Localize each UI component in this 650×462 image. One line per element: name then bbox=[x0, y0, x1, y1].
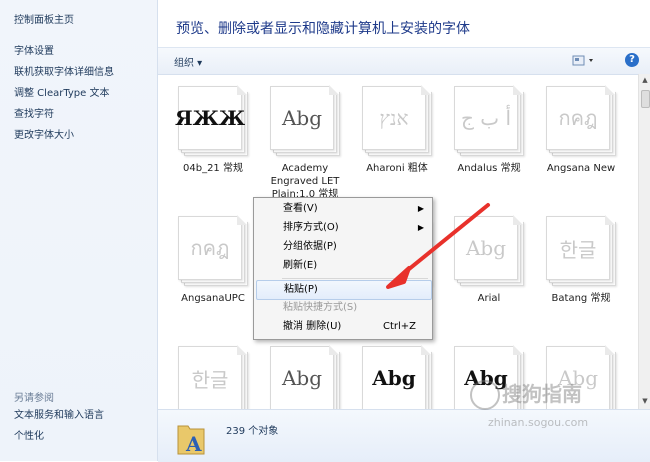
font-tile[interactable]: 한글 Batang 常规 bbox=[536, 208, 626, 328]
menu-item-sort-label: 排序方式(O) bbox=[283, 222, 339, 233]
scroll-up-icon[interactable]: ▲ bbox=[641, 76, 649, 86]
scroll-thumb[interactable] bbox=[641, 90, 650, 108]
font-name: Arial bbox=[477, 293, 501, 304]
menu-item-undo-delete[interactable]: 撤消 删除(U) Ctrl+Z bbox=[256, 318, 430, 336]
font-sample: Abg bbox=[454, 216, 518, 280]
see-also-heading: 另请参阅 bbox=[14, 393, 54, 404]
font-name: AngsanaUPC bbox=[181, 293, 245, 304]
font-tile[interactable]: 한글 bbox=[168, 338, 258, 409]
sidebar-link-online-font-info[interactable]: 联机获取字体详细信息 bbox=[14, 66, 114, 80]
svg-text:A: A bbox=[185, 432, 202, 456]
watermark-text: 搜狗指南 bbox=[502, 382, 582, 406]
font-file-icon: Abg bbox=[270, 345, 340, 409]
menu-item-refresh-label: 刷新(E) bbox=[283, 260, 318, 271]
watermark-url: zhinan.sogou.com bbox=[488, 416, 589, 429]
view-options-button[interactable] bbox=[572, 54, 596, 67]
submenu-arrow-icon: ▶ bbox=[417, 223, 424, 232]
font-file-icon: ЯЖЖ bbox=[175, 85, 248, 156]
font-file-icon: 한글 bbox=[178, 345, 248, 409]
scroll-down-icon[interactable]: ▼ bbox=[641, 397, 649, 407]
font-sample: Abg bbox=[270, 346, 334, 409]
font-file-icon: אנץ bbox=[362, 85, 432, 156]
menu-item-undo-label: 撤消 删除(U) bbox=[283, 321, 342, 332]
control-panel-home-link[interactable]: 控制面板主页 bbox=[14, 14, 74, 28]
font-sample: Abg bbox=[270, 86, 334, 150]
see-also-links: 文本服务和输入语言 个性化 bbox=[14, 409, 104, 451]
watermark-logo-icon bbox=[470, 380, 500, 410]
font-file-icon: Abg bbox=[454, 215, 524, 286]
object-count: 239 个对象 bbox=[226, 426, 279, 437]
menu-item-sort-by[interactable]: 排序方式(O) ▶ bbox=[256, 219, 430, 237]
font-tile[interactable]: กคฎ Angsana New bbox=[536, 78, 626, 198]
font-name: 04b_21 常规 bbox=[183, 163, 243, 174]
menu-item-undo-shortcut: Ctrl+Z bbox=[382, 321, 416, 332]
font-sample: ЯЖЖ bbox=[175, 86, 245, 150]
menu-item-view-label: 查看(V) bbox=[283, 203, 318, 214]
sidebar-link-find-character[interactable]: 查找字符 bbox=[14, 108, 114, 122]
font-sample: กคฎ bbox=[178, 216, 242, 280]
font-tile[interactable]: أ ب ج Andalus 常规 bbox=[444, 78, 534, 198]
font-sample: Abg bbox=[362, 346, 426, 409]
see-also-personalization[interactable]: 个性化 bbox=[14, 430, 104, 444]
submenu-arrow-icon: ▶ bbox=[417, 204, 424, 213]
font-name: Batang 常规 bbox=[551, 293, 611, 304]
sidebar-link-font-size[interactable]: 更改字体大小 bbox=[14, 129, 114, 143]
font-name: Angsana New bbox=[546, 163, 616, 174]
fonts-folder-icon: A bbox=[177, 425, 205, 456]
font-file-icon: أ ب ج bbox=[454, 85, 524, 156]
font-sample: กคฎ bbox=[546, 86, 610, 150]
context-menu: 查看(V) ▶ 排序方式(O) ▶ 分组依据(P) 刷新(E) 粘贴(P) 粘贴… bbox=[253, 197, 433, 340]
font-sample: أ ب ج bbox=[454, 86, 518, 150]
menu-item-paste-label: 粘贴(P) bbox=[284, 284, 318, 295]
font-tile[interactable]: กคฎ AngsanaUPC bbox=[168, 208, 258, 328]
font-name: Academy Engraved LET Plain:1.0 常规 bbox=[270, 163, 340, 200]
menu-item-group-by[interactable]: 分组依据(P) bbox=[256, 238, 430, 256]
page-title: 预览、删除或者显示和隐藏计算机上安装的字体 bbox=[176, 21, 470, 37]
font-tile[interactable]: אנץ Aharoni 粗体 bbox=[352, 78, 442, 198]
font-file-icon: 한글 bbox=[546, 215, 616, 286]
see-also-text-services[interactable]: 文本服务和输入语言 bbox=[14, 409, 104, 423]
font-tile[interactable]: Abg bbox=[352, 338, 442, 409]
font-tile[interactable]: Abg Academy Engraved LET Plain:1.0 常规 bbox=[260, 78, 350, 200]
menu-item-view[interactable]: 查看(V) ▶ bbox=[256, 200, 430, 218]
font-tile[interactable]: ЯЖЖ 04b_21 常规 bbox=[168, 78, 258, 198]
font-file-icon: กคฎ bbox=[178, 215, 248, 286]
organize-button[interactable]: 组织 ▾ bbox=[174, 54, 202, 69]
font-name: Aharoni 粗体 bbox=[366, 163, 428, 174]
sidebar-link-cleartype[interactable]: 调整 ClearType 文本 bbox=[14, 87, 114, 101]
watermark: 搜狗指南 zhinan.sogou.com bbox=[470, 378, 640, 438]
font-sample: אנץ bbox=[362, 86, 426, 150]
font-sample: 한글 bbox=[178, 346, 242, 409]
font-file-icon: กคฎ bbox=[546, 85, 616, 156]
menu-item-refresh[interactable]: 刷新(E) bbox=[256, 257, 430, 275]
toolbar: 组织 ▾ ? bbox=[158, 47, 650, 75]
font-name: Andalus 常规 bbox=[457, 163, 521, 174]
vertical-scrollbar[interactable]: ▲ ▼ bbox=[638, 74, 650, 409]
font-file-icon: Abg bbox=[362, 345, 432, 409]
menu-item-paste-shortcut-label: 粘贴快捷方式(S) bbox=[283, 302, 358, 313]
menu-item-paste-shortcut: 粘贴快捷方式(S) bbox=[256, 299, 430, 317]
sidebar-links: 字体设置 联机获取字体详细信息 调整 ClearType 文本 查找字符 更改字… bbox=[14, 45, 114, 150]
sidebar: 控制面板主页 字体设置 联机获取字体详细信息 调整 ClearType 文本 查… bbox=[0, 0, 158, 461]
view-icon bbox=[572, 55, 593, 66]
help-icon[interactable]: ? bbox=[625, 53, 639, 67]
font-tile[interactable]: Abg Arial bbox=[444, 208, 534, 328]
sidebar-link-font-settings[interactable]: 字体设置 bbox=[14, 45, 114, 59]
font-sample: 한글 bbox=[546, 216, 610, 280]
font-tile[interactable]: Abg bbox=[260, 338, 350, 409]
menu-item-group-label: 分组依据(P) bbox=[283, 241, 337, 252]
font-file-icon: Abg bbox=[270, 85, 340, 156]
menu-item-paste[interactable]: 粘贴(P) bbox=[256, 280, 432, 300]
menu-separator bbox=[282, 278, 428, 279]
